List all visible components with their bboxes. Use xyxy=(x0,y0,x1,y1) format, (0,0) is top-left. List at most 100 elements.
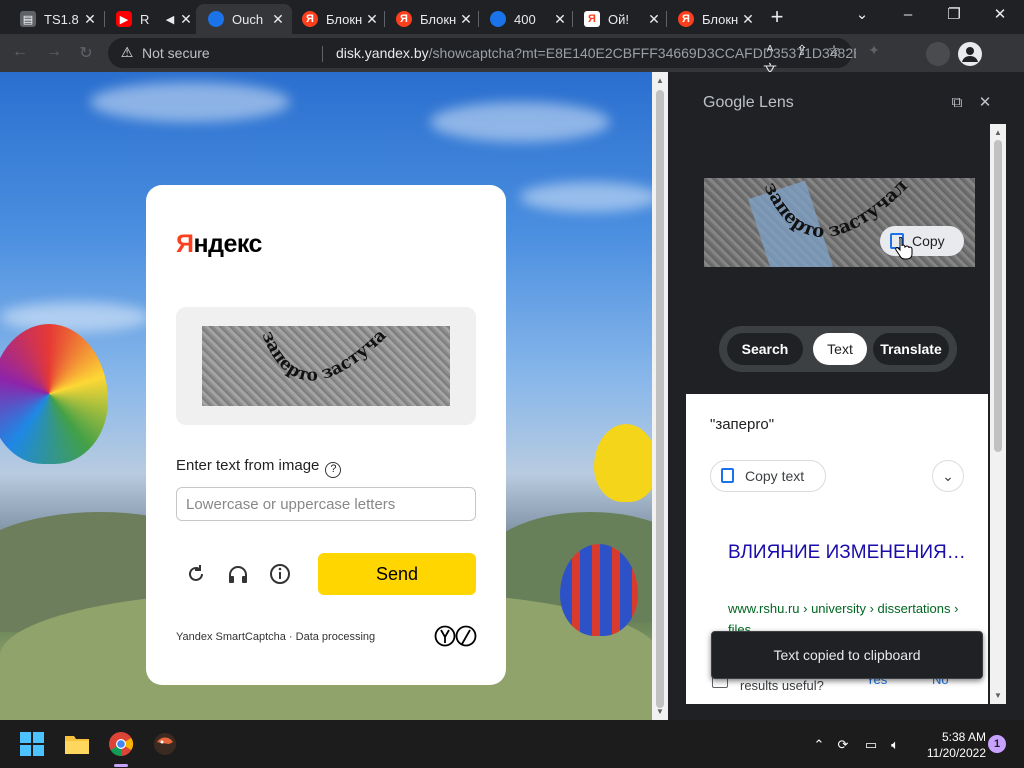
share-icon[interactable]: ⇪ xyxy=(792,40,812,60)
mode-text-button[interactable]: Text xyxy=(813,333,867,365)
hot-air-balloon xyxy=(594,424,652,502)
system-clock[interactable]: 5:38 AM 11/20/2022 xyxy=(910,729,986,761)
lens-header: Google Lens ⧉ ✕ xyxy=(686,84,1006,124)
extension-avatar-icon[interactable] xyxy=(926,42,950,66)
translate-icon[interactable]: ᴬ文 xyxy=(760,40,780,78)
windows-taskbar: ⌃ ⟳ ▭ 🔈︎ 5:38 AM 11/20/2022 1 xyxy=(0,720,1024,768)
yandex-icon: Я xyxy=(584,11,600,27)
restore-button[interactable]: ❐ xyxy=(934,4,974,26)
captcha-footer: Yandex SmartCaptcha · Data processing xyxy=(176,631,376,643)
yandex-logo: Яндекс xyxy=(176,230,262,258)
close-window-button[interactable]: ✕ xyxy=(980,4,1020,26)
tab-title: Блокн xyxy=(702,11,739,27)
refresh-icon[interactable] xyxy=(184,562,208,586)
chevron-down-icon[interactable]: ⌄ xyxy=(932,460,964,492)
extension-icon[interactable]: ✦ xyxy=(864,40,884,60)
help-icon[interactable]: ? xyxy=(325,462,342,478)
tab-youtube[interactable]: ▶ R ◀ ✕ xyxy=(104,4,200,34)
sync-icon[interactable]: ⟳ xyxy=(834,736,852,754)
lens-scrollbar[interactable]: ▲ ▼ xyxy=(990,124,1006,704)
data-processing-link[interactable]: Data processing xyxy=(296,631,376,643)
security-label[interactable]: Not secure xyxy=(142,45,210,61)
mode-translate-button[interactable]: Translate xyxy=(873,333,949,365)
close-icon[interactable]: ✕ xyxy=(646,11,662,28)
close-icon[interactable]: ✕ xyxy=(82,11,98,28)
tab-favicon-icon xyxy=(490,11,506,27)
tab-strip: ▤ TS1.8 ✕ ▶ R ◀ ✕ Ouch ✕ Я Блокн ✕ Я Бло… xyxy=(0,0,1024,34)
network-icon[interactable]: ▭ xyxy=(862,736,880,754)
info-icon[interactable] xyxy=(268,562,292,586)
browser-toolbar: ← → ↻ ⚠ Not secure disk.yandex.by/showca… xyxy=(0,34,1024,78)
chrome-icon[interactable] xyxy=(107,730,135,758)
lens-content: заперто застучал Copy Search Text Transl… xyxy=(686,124,988,704)
notification-badge[interactable]: 1 xyxy=(988,735,1006,753)
yandex-icon: Я xyxy=(396,11,412,27)
back-icon[interactable]: ← xyxy=(10,43,30,63)
captcha-card: Яндекс заперто застучал Enter text from … xyxy=(146,185,506,685)
mode-search-button[interactable]: Search xyxy=(727,333,803,365)
warning-icon[interactable]: ⚠ xyxy=(118,44,136,62)
tab-400[interactable]: 400 ✕ xyxy=(478,4,574,34)
search-result-title[interactable]: ВЛИЯНИЕ ИЗМЕНЕНИЯ… xyxy=(728,540,968,566)
smartcaptcha-logo-icon xyxy=(434,625,477,647)
close-icon[interactable]: ✕ xyxy=(458,11,474,28)
audio-headphones-icon[interactable] xyxy=(226,562,250,586)
yandex-icon: Я xyxy=(678,11,694,27)
tab-title: Блокн xyxy=(326,11,363,27)
tab-title: Ouch xyxy=(232,11,264,27)
bookmark-star-icon[interactable]: ☆ xyxy=(824,40,844,60)
open-in-new-tab-icon[interactable]: ⧉ xyxy=(948,94,966,112)
lens-title: Google Lens xyxy=(703,94,794,111)
chevron-up-icon[interactable]: ⌃ xyxy=(810,736,828,754)
close-icon[interactable]: ✕ xyxy=(552,11,568,28)
svg-text:заперто застучал: заперто застучал xyxy=(202,326,390,386)
lens-mode-switch: Search Text Translate xyxy=(719,326,957,372)
close-icon[interactable]: ✕ xyxy=(270,11,286,28)
tab-oi[interactable]: Я Ой! ✕ xyxy=(572,4,668,34)
tab-title: R xyxy=(140,11,150,27)
close-icon[interactable]: ✕ xyxy=(976,94,994,112)
tab-ouch-active[interactable]: Ouch ✕ xyxy=(196,4,292,34)
captcha-prompt: Enter text from image? xyxy=(176,457,342,478)
tab-title: Ой! xyxy=(608,11,629,27)
copy-icon xyxy=(721,468,734,483)
tab-yandex-2[interactable]: Я Блокн ✕ xyxy=(384,4,480,34)
app-bird-icon[interactable] xyxy=(151,730,179,758)
hand-cursor-icon xyxy=(895,237,913,260)
volume-icon[interactable]: 🔈︎ xyxy=(886,736,904,754)
hot-air-balloon xyxy=(560,544,638,636)
reload-icon[interactable]: ↻ xyxy=(76,43,96,63)
tab-ts18[interactable]: ▤ TS1.8 ✕ xyxy=(8,4,104,34)
copy-chip-button[interactable]: Copy xyxy=(880,226,964,256)
windows-start-icon[interactable] xyxy=(18,730,46,758)
clipboard-toast: Text copied to clipboard xyxy=(711,631,983,679)
volume-icon[interactable]: ◀ xyxy=(162,13,178,26)
close-icon[interactable]: ✕ xyxy=(178,11,194,28)
captcha-image: заперто застучал xyxy=(202,326,450,406)
yandex-icon: Я xyxy=(302,11,318,27)
profile-avatar[interactable] xyxy=(958,42,982,66)
youtube-icon: ▶ xyxy=(116,11,132,27)
tab-yandex-1[interactable]: Я Блокн ✕ xyxy=(290,4,386,34)
tab-favicon-icon: ▤ xyxy=(20,11,36,27)
forward-icon[interactable]: → xyxy=(44,43,64,63)
address-bar[interactable]: ⚠ Not secure disk.yandex.by/showcaptcha?… xyxy=(108,38,856,68)
captcha-input[interactable] xyxy=(176,487,476,521)
detected-text: "запеpro" xyxy=(710,416,775,433)
tab-yandex-3[interactable]: Я Блокн ✕ xyxy=(666,4,762,34)
page-scrollbar[interactable]: ▲ ▼ xyxy=(652,72,668,720)
minimize-button[interactable]: – xyxy=(888,4,928,26)
file-explorer-icon[interactable] xyxy=(63,730,91,758)
copy-text-button[interactable]: Copy text xyxy=(710,460,826,492)
google-lens-panel: Google Lens ⧉ ✕ заперто застучал Copy Se… xyxy=(668,72,1024,720)
new-tab-button[interactable]: + xyxy=(765,6,789,30)
close-icon[interactable]: ✕ xyxy=(364,11,380,28)
feedback-question: results useful? xyxy=(740,678,824,693)
close-icon[interactable]: ✕ xyxy=(740,11,756,28)
hot-air-balloon xyxy=(0,324,108,464)
tab-title: 400 xyxy=(514,11,536,27)
tab-search-icon[interactable]: ⌄ xyxy=(842,4,882,26)
send-button[interactable]: Send xyxy=(318,553,476,595)
tab-title: TS1.8 xyxy=(44,11,79,27)
tab-favicon-icon xyxy=(208,11,224,27)
